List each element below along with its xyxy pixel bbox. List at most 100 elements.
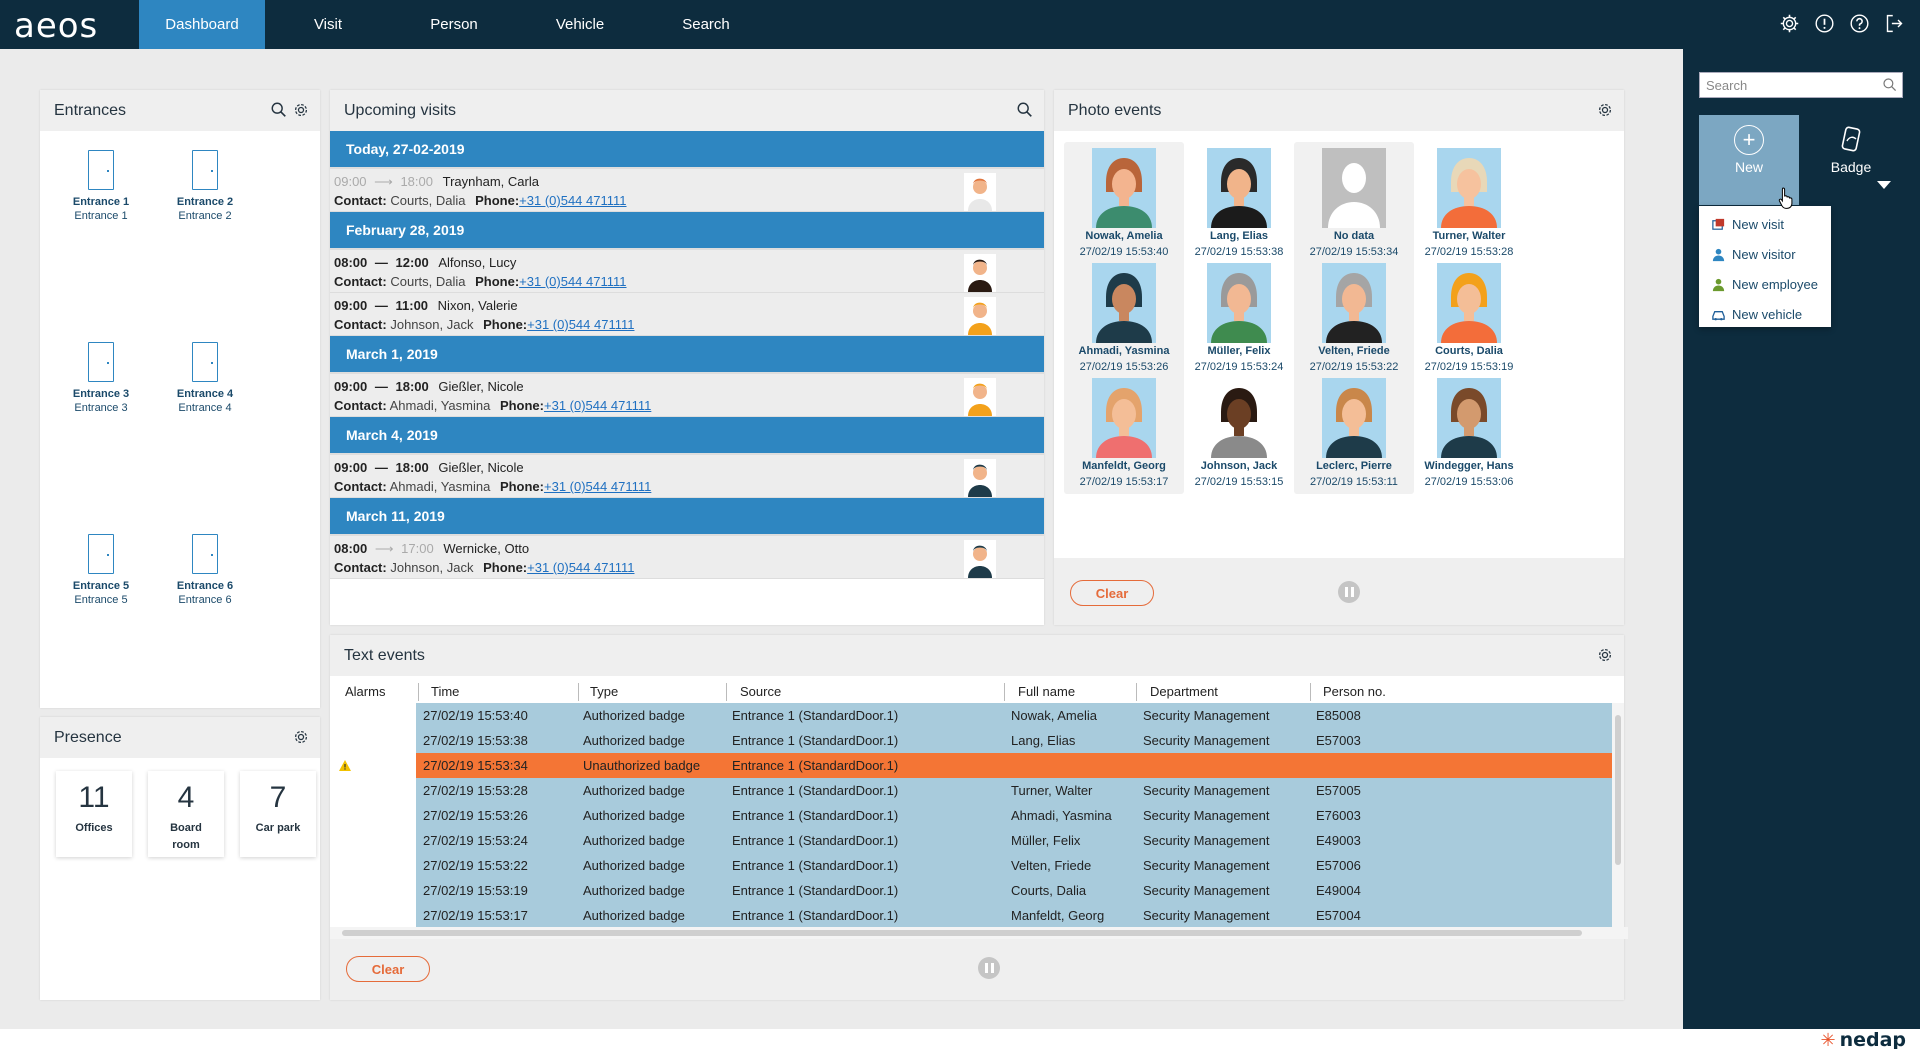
photo-event-card[interactable]: Manfeldt, Georg 27/02/19 15:53:17 [1064, 372, 1184, 494]
table-row[interactable]: 27/02/19 15:53:40 Authorized badge Entra… [330, 703, 1616, 728]
presence-panel: Presence 11 Offices 4 Board room 7 Car p… [40, 717, 320, 1000]
visit-row[interactable]: 09:00 — 18:00 Gießler, Nicole Contact: A… [330, 455, 1044, 498]
photo-event-card[interactable]: Ahmadi, Yasmina 27/02/19 15:53:26 [1064, 257, 1184, 379]
table-row[interactable]: 27/02/19 15:53:26 Authorized badge Entra… [330, 803, 1616, 828]
visitor-avatar [964, 254, 996, 292]
photo-event-card[interactable]: Müller, Felix 27/02/19 15:53:24 [1179, 257, 1299, 379]
vertical-scrollbar[interactable] [1612, 703, 1624, 927]
menu-new-visit[interactable]: New visit [1711, 214, 1784, 234]
cell-person-no: E57003 [1316, 733, 1361, 748]
search-input[interactable] [1700, 73, 1870, 97]
cell-source: Entrance 1 (StandardDoor.1) [732, 833, 899, 848]
menu-new-employee[interactable]: New employee [1711, 274, 1818, 294]
table-row[interactable]: 27/02/19 15:53:28 Authorized badge Entra… [330, 778, 1616, 803]
presence-tile-offices[interactable]: 11 Offices [56, 771, 132, 857]
table-row[interactable]: 27/02/19 15:53:19 Authorized badge Entra… [330, 878, 1616, 903]
entrance-name: Entrance 1 [72, 196, 130, 208]
horizontal-scrollbar[interactable] [330, 927, 1628, 939]
table-row[interactable]: 27/02/19 15:53:24 Authorized badge Entra… [330, 828, 1616, 853]
pause-icon[interactable] [1338, 581, 1360, 603]
cell-time: 27/02/19 15:53:24 [423, 833, 528, 848]
column-person-no[interactable]: Person no. [1323, 681, 1386, 701]
photo-event-card[interactable]: Lang, Elias 27/02/19 15:53:38 [1179, 142, 1299, 264]
visit-date-header: February 28, 2019 [330, 212, 1044, 250]
presence-tile-board-room[interactable]: 4 Board room [148, 771, 224, 857]
table-row[interactable]: 27/02/19 15:53:34 Unauthorized badge Ent… [330, 753, 1616, 778]
help-icon[interactable] [1848, 12, 1871, 35]
entrance-1[interactable]: Entrance 1 Entrance 1 [56, 150, 146, 222]
photo-event-card[interactable]: Turner, Walter 27/02/19 15:53:28 [1409, 142, 1529, 264]
column-time[interactable]: Time [431, 681, 459, 701]
table-row[interactable]: 27/02/19 15:53:22 Authorized badge Entra… [330, 853, 1616, 878]
clear-text-events-button[interactable]: Clear [346, 956, 430, 982]
cell-person-no: E49003 [1316, 833, 1361, 848]
table-row[interactable]: 27/02/19 15:53:38 Authorized badge Entra… [330, 728, 1616, 753]
column-type[interactable]: Type [590, 681, 618, 701]
menu-new-visitor[interactable]: New visitor [1711, 244, 1796, 264]
phone-link[interactable]: +31 (0)544 471111 [519, 193, 626, 208]
nav-person[interactable]: Person [391, 0, 517, 49]
menu-new-vehicle[interactable]: New vehicle [1711, 304, 1802, 324]
nav-search[interactable]: Search [643, 0, 769, 49]
column-alarms[interactable]: Alarms [345, 681, 385, 701]
settings-gear-icon[interactable] [292, 728, 310, 751]
nav-visit[interactable]: Visit [265, 0, 391, 49]
text-events-table-header: Alarms Time Type Source Full name Depart… [330, 681, 1620, 701]
photo-event-card[interactable]: Velten, Friede 27/02/19 15:53:22 [1294, 257, 1414, 379]
phone-link[interactable]: +31 (0)544 471111 [544, 398, 651, 413]
photo-event-card[interactable]: Johnson, Jack 27/02/19 15:53:15 [1179, 372, 1299, 494]
visit-icon [1712, 218, 1725, 230]
table-row[interactable]: 27/02/19 15:53:17 Authorized badge Entra… [330, 903, 1616, 927]
visit-row[interactable]: 09:00 — 11:00 Nixon, Valerie Contact: Jo… [330, 293, 1044, 336]
settings-gear-icon[interactable] [292, 101, 310, 124]
search-icon[interactable] [1882, 77, 1898, 93]
visit-row[interactable]: 09:00 — 18:00 Gießler, Nicole Contact: A… [330, 374, 1044, 417]
phone-link[interactable]: +31 (0)544 471111 [544, 479, 651, 494]
logout-icon[interactable] [1883, 12, 1906, 35]
person-photo [1207, 263, 1271, 343]
phone-label: Phone: [499, 479, 544, 494]
alert-icon[interactable] [1813, 12, 1836, 35]
column-full-name[interactable]: Full name [1018, 681, 1075, 701]
aeos-logo[interactable]: aeos [14, 6, 98, 46]
photo-event-card[interactable]: Nowak, Amelia 27/02/19 15:53:40 [1064, 142, 1184, 264]
photo-event-card[interactable]: No data 27/02/19 15:53:34 [1294, 142, 1414, 264]
gear-icon[interactable] [1778, 12, 1801, 35]
settings-gear-icon[interactable] [1596, 101, 1614, 124]
visits-list: Today, 27-02-2019 09:00 ⟶ 18:00 Traynham… [330, 131, 1044, 579]
cell-department: Security Management [1143, 708, 1270, 723]
photo-event-card[interactable]: Leclerc, Pierre 27/02/19 15:53:11 [1294, 372, 1414, 494]
visitor-name: Nixon, Valerie [437, 298, 518, 313]
chevron-down-icon[interactable] [1877, 181, 1891, 189]
clear-photo-events-button[interactable]: Clear [1070, 580, 1154, 606]
entrance-6[interactable]: Entrance 6 Entrance 6 [160, 534, 250, 606]
cell-type: Authorized badge [583, 908, 685, 923]
entrances-title: Entrances [54, 101, 127, 119]
entrance-5[interactable]: Entrance 5 Entrance 5 [56, 534, 146, 606]
photo-event-card[interactable]: Courts, Dalia 27/02/19 15:53:19 [1409, 257, 1529, 379]
column-source[interactable]: Source [740, 681, 781, 701]
badge-button[interactable]: Badge [1801, 115, 1901, 205]
settings-gear-icon[interactable] [1596, 646, 1614, 669]
visit-row[interactable]: 08:00 — 12:00 Alfonso, Lucy Contact: Cou… [330, 250, 1044, 293]
entrance-3[interactable]: Entrance 3 Entrance 3 [56, 342, 146, 414]
nav-vehicle[interactable]: Vehicle [517, 0, 643, 49]
entrance-4[interactable]: Entrance 4 Entrance 4 [160, 342, 250, 414]
presence-tile-car-park[interactable]: 7 Car park [240, 771, 316, 857]
search-icon[interactable] [270, 101, 288, 124]
column-department[interactable]: Department [1150, 681, 1218, 701]
phone-link[interactable]: +31 (0)544 471111 [527, 560, 634, 575]
search-icon[interactable] [1016, 101, 1034, 124]
nav-dashboard[interactable]: Dashboard [139, 0, 265, 49]
cell-source: Entrance 1 (StandardDoor.1) [732, 808, 899, 823]
photo-event-time: 27/02/19 15:53:06 [1424, 476, 1514, 488]
main-nav: Dashboard Visit Person Vehicle Search [139, 0, 769, 49]
visit-row[interactable]: 08:00 ⟶ 17:00 Wernicke, Otto Contact: Jo… [330, 536, 1044, 579]
phone-link[interactable]: +31 (0)544 471111 [527, 317, 634, 332]
phone-link[interactable]: +31 (0)544 471111 [519, 274, 626, 289]
menu-label: New vehicle [1732, 306, 1803, 322]
pause-icon[interactable] [978, 957, 1000, 979]
entrance-2[interactable]: Entrance 2 Entrance 2 [160, 150, 250, 222]
visit-row[interactable]: 09:00 ⟶ 18:00 Traynham, Carla Contact: C… [330, 169, 1044, 212]
photo-event-card[interactable]: Windegger, Hans 27/02/19 15:53:06 [1409, 372, 1529, 494]
